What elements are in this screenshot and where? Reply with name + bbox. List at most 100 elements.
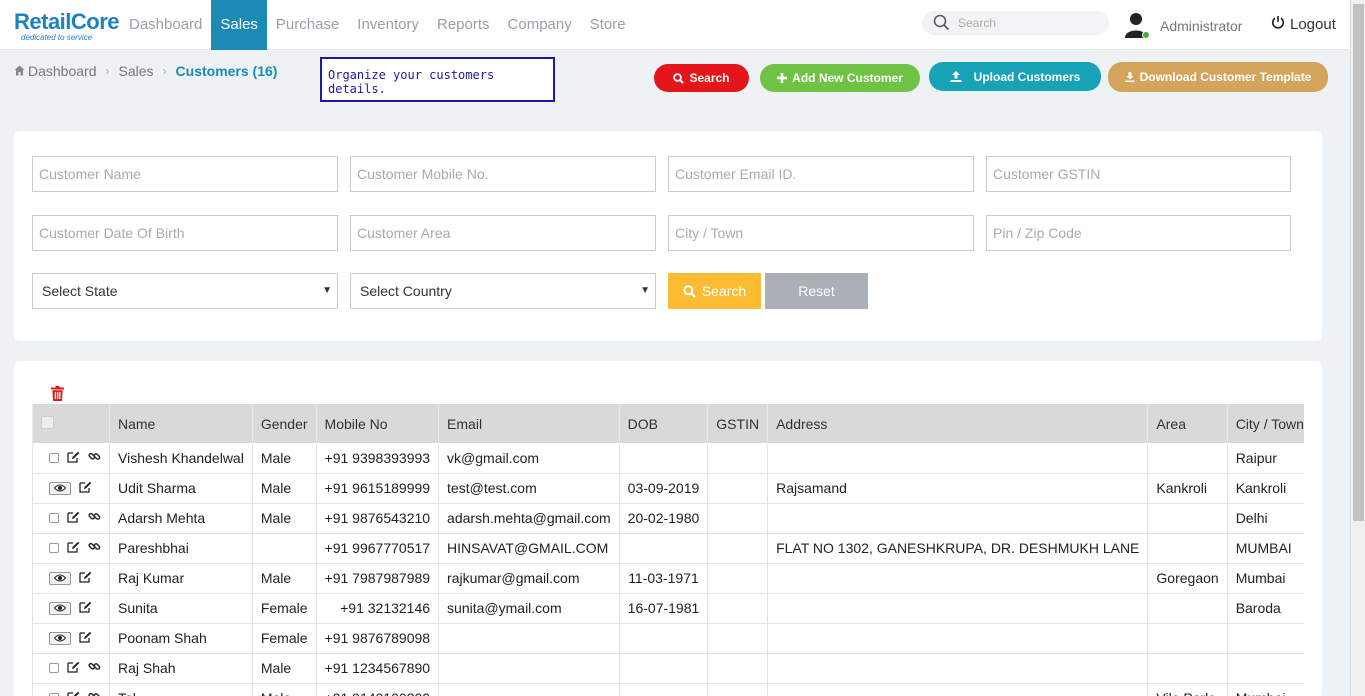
customer-area-field[interactable]: [350, 215, 656, 251]
nav-item-sales[interactable]: Sales: [211, 0, 267, 50]
search-icon: [933, 14, 950, 34]
cell-mobile: +91 9876543210: [315, 503, 439, 534]
pin-zip-field[interactable]: [986, 215, 1291, 251]
cell-area: [1147, 593, 1228, 624]
edit-icon[interactable]: [79, 570, 92, 586]
breadcrumb-dashboard[interactable]: Dashboard: [28, 63, 97, 79]
customer-name-field[interactable]: [32, 156, 338, 192]
customer-gstin-field[interactable]: [986, 156, 1291, 192]
cell-name: Sunita: [109, 593, 253, 624]
nav-item-reports[interactable]: Reports: [428, 0, 499, 50]
edit-icon[interactable]: [79, 630, 92, 646]
customers-table-wrapper[interactable]: Name Gender Mobile No Email DOB GSTIN Address A…: [32, 404, 1304, 696]
breadcrumb-separator: ›: [105, 64, 110, 78]
row-checkbox[interactable]: [49, 513, 59, 523]
edit-icon[interactable]: [67, 510, 80, 526]
column-header[interactable]: City / Town: [1226, 404, 1304, 443]
download-customer-template-button[interactable]: Download Customer Template: [1108, 62, 1328, 92]
trash-icon[interactable]: [51, 386, 64, 404]
link-icon[interactable]: [88, 450, 101, 466]
row-actions-cell: [32, 533, 110, 564]
edit-icon[interactable]: [67, 450, 80, 466]
column-header[interactable]: DOB: [618, 404, 708, 443]
country-select[interactable]: Select Country ▼: [350, 273, 656, 309]
cell-gstin: [707, 503, 768, 534]
select-all-checkbox[interactable]: [41, 415, 54, 429]
edit-icon[interactable]: [67, 540, 80, 556]
view-icon[interactable]: [49, 631, 71, 645]
nav-item-company[interactable]: Company: [499, 0, 581, 50]
view-icon[interactable]: [49, 571, 71, 585]
logout-button[interactable]: Logout: [1271, 15, 1336, 33]
cell-dob: 20-02-1980: [618, 503, 708, 534]
global-search[interactable]: [922, 11, 1109, 35]
cell-mobile: +91 9876789098: [315, 623, 439, 654]
cell-gstin: [707, 473, 768, 504]
filter-search-button[interactable]: Search: [668, 273, 761, 309]
cell-address: [767, 653, 1148, 684]
state-select[interactable]: Select State ▼: [32, 273, 338, 309]
city-town-field[interactable]: [668, 215, 974, 251]
user-menu[interactable]: Administrator: [1124, 12, 1242, 40]
link-icon[interactable]: [88, 660, 101, 676]
view-icon[interactable]: [49, 601, 71, 615]
main-nav: Dashboard Sales Purchase Inventory Reports Co…: [120, 0, 635, 50]
table-row[interactable]: Sunita Female +91 32132146 sunita@ymail.com…: [32, 593, 1304, 624]
link-icon[interactable]: [88, 510, 101, 526]
cell-address: [767, 443, 1148, 474]
column-header[interactable]: Mobile No: [315, 404, 439, 443]
table-row[interactable]: Poonam Shah Female +91 9876789098: [32, 623, 1304, 654]
brand-logo[interactable]: RetailCore dedicated to service: [14, 10, 120, 42]
column-header[interactable]: Area: [1147, 404, 1228, 443]
customer-email-field[interactable]: [668, 156, 974, 192]
upload-customers-button[interactable]: Upload Customers: [929, 62, 1101, 91]
link-icon[interactable]: [88, 690, 101, 696]
cell-gender: Female: [251, 593, 317, 624]
state-select-value: Select State: [42, 283, 118, 299]
cell-address: [767, 593, 1148, 624]
nav-item-store[interactable]: Store: [581, 0, 635, 50]
edit-icon[interactable]: [67, 660, 80, 676]
view-icon[interactable]: [49, 481, 71, 495]
edit-icon[interactable]: [67, 690, 80, 696]
table-row[interactable]: Raj Shah Male +91 1234567890: [32, 653, 1304, 684]
link-icon[interactable]: [88, 540, 101, 556]
cell-email: [438, 623, 620, 654]
nav-item-purchase[interactable]: Purchase: [267, 0, 348, 50]
row-actions-cell: [32, 443, 110, 474]
filter-reset-button[interactable]: Reset: [765, 273, 868, 309]
scrollbar-thumb[interactable]: [1353, 4, 1364, 521]
upload-customers-label: Upload Customers: [973, 69, 1081, 84]
row-checkbox[interactable]: [49, 543, 59, 553]
cell-city: [1226, 623, 1304, 654]
nav-item-inventory[interactable]: Inventory: [348, 0, 428, 50]
edit-icon[interactable]: [79, 480, 92, 496]
home-icon: [14, 63, 25, 79]
column-header[interactable]: GSTIN: [707, 404, 768, 443]
column-header[interactable]: Email: [438, 404, 620, 443]
table-row[interactable]: Pareshbhai +91 9967770517 HINSAVAT@GMAIL.C…: [32, 533, 1304, 564]
table-row[interactable]: Udit Sharma Male +91 9615189999 test@test.c…: [32, 473, 1304, 504]
page-scrollbar[interactable]: [1350, 0, 1365, 696]
table-row[interactable]: Vishesh Khandelwal Male +91 9398393993 vk@g…: [32, 443, 1304, 474]
cell-dob: [618, 623, 708, 654]
global-search-input[interactable]: [958, 13, 1098, 33]
cell-mobile: +91 9140100200: [315, 683, 439, 696]
cell-city: Mumbai: [1226, 683, 1304, 696]
search-button[interactable]: Search: [654, 64, 749, 92]
column-header[interactable]: Gender: [251, 404, 317, 443]
table-row[interactable]: Adarsh Mehta Male +91 9876543210 adarsh.meh…: [32, 503, 1304, 534]
column-header[interactable]: Address: [767, 404, 1148, 443]
column-header[interactable]: Name: [109, 404, 253, 443]
table-row[interactable]: Tal...Male+91 9140100200 Vile ParleMumbai: [32, 683, 1304, 696]
table-row[interactable]: Raj Kumar Male +91 7987987989 rajkumar@gmai…: [32, 563, 1304, 594]
add-new-customer-button[interactable]: Add New Customer: [760, 64, 920, 92]
row-checkbox[interactable]: [49, 452, 59, 463]
breadcrumb-sales[interactable]: Sales: [119, 63, 154, 79]
top-navbar: RetailCore dedicated to service Dashboar…: [0, 0, 1350, 50]
customer-dob-field[interactable]: [32, 215, 338, 251]
nav-item-dashboard[interactable]: Dashboard: [120, 0, 211, 50]
customer-mobile-field[interactable]: [350, 156, 656, 192]
edit-icon[interactable]: [79, 600, 92, 616]
row-checkbox[interactable]: [49, 663, 59, 673]
